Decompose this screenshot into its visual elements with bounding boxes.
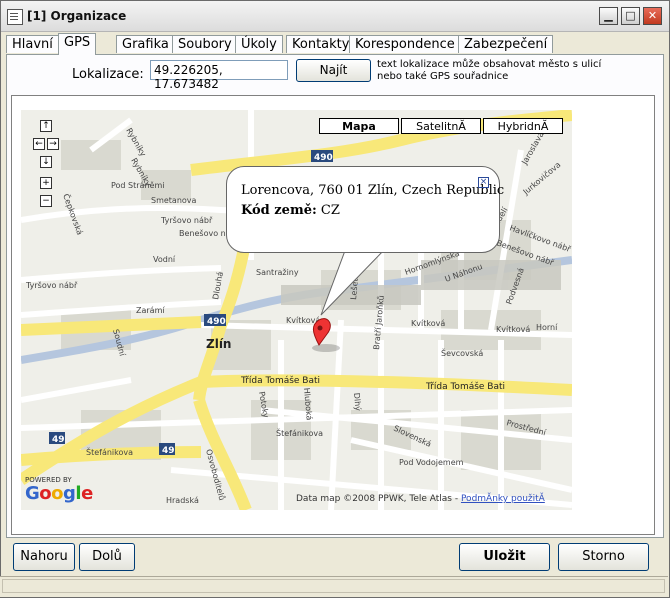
street-label: Třída Tomáše Bati: [240, 375, 320, 386]
tab-grafika[interactable]: Grafika: [116, 35, 175, 53]
map-type-hybrid-button[interactable]: HybridnĂ: [483, 118, 563, 134]
map-copyright: Data map ©2008 PPWK, Tele Atlas - PodmĂn…: [296, 494, 545, 504]
tab-gps[interactable]: GPS: [58, 33, 97, 55]
street-label: Ševcovská: [441, 347, 483, 358]
street-label: Tyršovo nábř: [25, 280, 78, 290]
street-label: Zlín: [206, 337, 231, 351]
maximize-button[interactable]: □: [621, 7, 640, 25]
street-label: Vodní: [153, 255, 176, 264]
map-type-mapa-button[interactable]: Mapa: [319, 118, 399, 134]
info-close-icon[interactable]: ×: [478, 177, 489, 188]
route-badge-490a: 490: [314, 153, 333, 163]
info-address: Lorencova, 760 01 Zlín, Czech Republic: [241, 183, 505, 198]
map-view[interactable]: 490 490 49 49 Rybníky Rybníky Pod Stráně…: [21, 110, 572, 510]
location-input[interactable]: 49.226205, 17.673482: [150, 60, 288, 91]
street-label: Štefánikova: [86, 446, 133, 457]
tab-ukoly[interactable]: Úkoly: [235, 35, 283, 53]
cancel-button[interactable]: Storno: [558, 543, 649, 571]
google-logo: Google: [25, 483, 93, 504]
route-badge-49b: 49: [162, 446, 175, 456]
window-title: [1] Organizace: [27, 9, 127, 23]
location-label: Lokalizace:: [72, 67, 144, 82]
zoom-in-icon[interactable]: +: [40, 177, 52, 189]
pan-left-icon[interactable]: ←: [33, 138, 45, 150]
copyright-text: Data map ©2008 PPWK, Tele Atlas -: [296, 494, 461, 504]
street-label: Santražiny: [256, 268, 299, 277]
info-country: Kód země: CZ: [241, 203, 340, 218]
pan-up-icon[interactable]: ↑: [40, 120, 52, 132]
tab-strip: Hlavní GPS Grafika Soubory Úkoly Kontakt…: [6, 33, 666, 55]
tab-korespondence[interactable]: Korespondence: [349, 35, 461, 53]
info-country-label: Kód země:: [241, 203, 317, 218]
app-icon: [7, 9, 23, 25]
map-type-satellite-button[interactable]: SatelitnĂ: [401, 118, 481, 134]
street-label: Dlhý: [352, 392, 363, 411]
hint-line-2: nebo také GPS souřadnice: [377, 71, 509, 82]
minimize-button[interactable]: ▁: [599, 7, 618, 25]
street-label: Třída Tomáše Bati: [425, 381, 505, 392]
pan-right-icon[interactable]: →: [47, 138, 59, 150]
find-button[interactable]: Najít: [296, 59, 371, 82]
pan-down-icon[interactable]: ↓: [40, 156, 52, 168]
street-label: Smetanova: [151, 196, 197, 205]
street-label: Pod Stráněmi: [111, 181, 164, 190]
street-label: Tyršovo nábř: [160, 215, 213, 225]
tab-hlavni[interactable]: Hlavní: [6, 35, 59, 53]
terms-link[interactable]: PodmĂnky použitĂ: [461, 494, 545, 504]
status-bar: [0, 576, 668, 597]
street-label: Horní: [536, 323, 558, 332]
status-segment: [2, 579, 665, 593]
close-button[interactable]: ✕: [643, 7, 662, 25]
hint-line-1: text lokalizace může obsahovat město s u…: [377, 59, 602, 70]
route-badge-49a: 49: [52, 435, 65, 445]
zoom-out-icon[interactable]: −: [40, 195, 52, 207]
street-label: Kvítková: [496, 325, 530, 334]
up-button[interactable]: Nahoru: [13, 543, 75, 571]
titlebar: [1] Organizace ▁ □ ✕: [1, 1, 669, 32]
info-country-value: CZ: [320, 203, 340, 218]
down-button[interactable]: Dolů: [79, 543, 135, 571]
info-window: Lorencova, 760 01 Zlín, Czech Republic K…: [226, 166, 504, 253]
tab-zabezpeceni[interactable]: Zabezpečení: [458, 35, 554, 53]
tab-soubory[interactable]: Soubory: [172, 35, 238, 53]
street-label: Hradská: [166, 496, 199, 505]
route-badge-490b: 490: [207, 317, 226, 327]
street-label: Pod Vodojemem: [399, 458, 464, 467]
save-button[interactable]: Uložit: [459, 543, 550, 571]
location-hint: text lokalizace může obsahovat město s u…: [377, 59, 607, 83]
tab-kontakty[interactable]: Kontakty: [286, 35, 356, 53]
street-label: Štefánikova: [276, 427, 323, 438]
street-label: Kvítková: [411, 319, 445, 328]
street-label: Zarámí: [136, 306, 165, 315]
